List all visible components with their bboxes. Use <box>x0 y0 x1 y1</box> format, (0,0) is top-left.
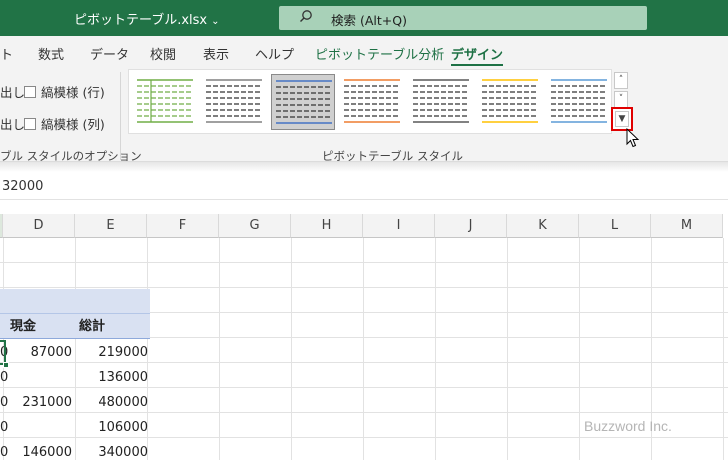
total-value-cell[interactable]: 219000 <box>78 345 148 360</box>
search-box[interactable]: 検索 (Alt+Q) <box>279 6 647 30</box>
tab-data[interactable]: データ <box>90 44 129 63</box>
pivot-style-swatch[interactable] <box>547 74 611 130</box>
col-header-option-stub[interactable]: 出し <box>0 114 25 133</box>
style-preview-icon <box>344 79 400 123</box>
row-value-partial[interactable]: 0 <box>0 420 8 435</box>
tab-partial[interactable]: ト <box>0 44 13 63</box>
column-header-f[interactable]: F <box>147 214 219 238</box>
tab-view[interactable]: 表示 <box>203 44 229 63</box>
watermark: Buzzword Inc. <box>584 418 672 434</box>
style-preview-icon <box>482 79 538 123</box>
pivot-header-bottom-border <box>0 338 150 339</box>
pivot-style-swatch[interactable] <box>133 74 197 130</box>
tab-formulas[interactable]: 数式 <box>38 44 64 63</box>
tab-design[interactable]: デザイン <box>451 44 504 67</box>
column-header-k[interactable]: K <box>507 214 579 238</box>
banded-rows-checkbox[interactable]: 縞模様 (行) <box>24 82 105 101</box>
style-preview-icon <box>276 80 332 124</box>
cash-value-cell[interactable]: 231000 <box>2 395 72 410</box>
style-preview-icon <box>551 79 607 123</box>
column-header-j[interactable]: J <box>435 214 507 238</box>
fill-handle[interactable] <box>3 362 9 368</box>
gallery-scroll-down-button[interactable]: ˅ <box>614 91 628 108</box>
column-header-i[interactable]: I <box>363 214 435 238</box>
file-name[interactable]: ピボットテーブル.xlsx ⌄ <box>74 9 220 28</box>
total-value-cell[interactable]: 136000 <box>78 370 148 385</box>
pivot-header-cash[interactable]: 現金 <box>10 315 36 334</box>
row-header-option-stub[interactable]: 出し <box>0 82 25 101</box>
banded-rows-label: 縞模様 (行) <box>41 85 105 100</box>
pivot-header-divider <box>0 313 150 314</box>
cash-value-cell[interactable]: 87000 <box>2 345 72 360</box>
formula-value: 32000 <box>2 179 44 194</box>
pivot-style-gallery <box>128 69 612 134</box>
title-bar: ピボットテーブル.xlsx ⌄ 検索 (Alt+Q) <box>0 0 728 36</box>
column-header-h[interactable]: H <box>291 214 363 238</box>
row-value-partial[interactable]: 0 <box>0 370 8 385</box>
ribbon-tabs: ト 数式 データ 校閲 表示 ヘルプ ピボットテーブル分析 デザイン <box>0 36 728 67</box>
column-header-m[interactable]: M <box>651 214 723 238</box>
total-value-cell[interactable]: 106000 <box>78 420 148 435</box>
style-preview-icon <box>206 79 262 123</box>
pivot-header-total[interactable]: 総計 <box>79 315 105 334</box>
column-header-l[interactable]: L <box>579 214 651 238</box>
pivot-style-swatch[interactable] <box>202 74 266 130</box>
gallery-scroll-up-button[interactable]: ˄ <box>614 72 628 89</box>
pivot-style-swatch[interactable] <box>340 74 404 130</box>
group-separator <box>120 72 121 160</box>
pivot-style-swatch[interactable] <box>271 74 335 130</box>
mouse-cursor-icon <box>626 128 640 148</box>
pivot-style-swatch[interactable] <box>409 74 473 130</box>
search-icon <box>300 10 312 22</box>
cash-value-cell[interactable]: 146000 <box>2 445 72 460</box>
more-dropdown-icon: ▼ <box>615 111 629 127</box>
total-value-cell[interactable]: 480000 <box>78 395 148 410</box>
total-value-cell[interactable]: 340000 <box>78 445 148 460</box>
style-preview-icon <box>137 79 193 123</box>
style-preview-icon <box>413 79 469 123</box>
file-name-text: ピボットテーブル.xlsx <box>74 13 208 28</box>
ribbon-shadow <box>0 162 728 172</box>
tab-help[interactable]: ヘルプ <box>255 44 294 63</box>
column-header-e[interactable]: E <box>75 214 147 238</box>
formula-bar[interactable]: 32000 <box>0 176 728 200</box>
checkbox-box[interactable] <box>24 118 36 130</box>
column-header-d[interactable]: D <box>3 214 75 238</box>
pivot-style-swatch[interactable] <box>478 74 542 130</box>
tab-pivot-analyze[interactable]: ピボットテーブル分析 <box>315 44 444 63</box>
chevron-down-icon: ⌄ <box>211 16 220 27</box>
banded-cols-checkbox[interactable]: 縞模様 (列) <box>24 114 105 133</box>
checkbox-box[interactable] <box>24 86 36 98</box>
tab-review[interactable]: 校閲 <box>150 44 176 63</box>
search-placeholder: 検索 (Alt+Q) <box>331 13 407 28</box>
banded-cols-label: 縞模様 (列) <box>41 117 105 132</box>
column-header-g[interactable]: G <box>219 214 291 238</box>
